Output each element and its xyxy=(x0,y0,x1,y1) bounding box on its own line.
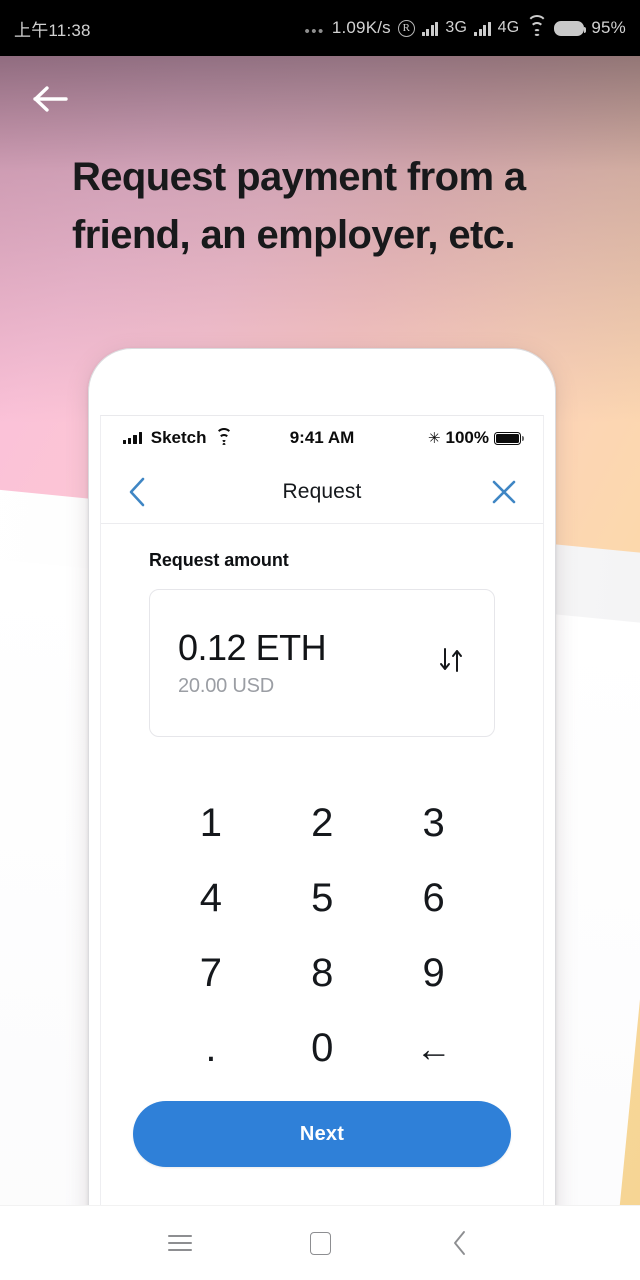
overflow-dots-icon: ••• xyxy=(304,22,325,40)
request-amount-label: Request amount xyxy=(149,550,289,570)
hero-section: Request payment from a friend, an employ… xyxy=(0,56,640,1205)
key-0[interactable]: 0 xyxy=(266,1014,377,1083)
key-1[interactable]: 1 xyxy=(155,789,266,858)
ios-battery-percent-label: 100% xyxy=(445,428,489,447)
nav-title: Request xyxy=(282,479,362,503)
sim2-signal-bars-icon xyxy=(474,21,491,36)
amount-input-card[interactable]: 0.12 ETH 20.00 USD xyxy=(149,589,495,737)
key-3[interactable]: 3 xyxy=(378,789,489,858)
amount-secondary-value: 20.00 USD xyxy=(178,675,275,698)
home-button[interactable] xyxy=(290,1213,350,1273)
amount-values: 0.12 ETH 20.00 USD xyxy=(178,626,436,698)
key-7[interactable]: 7 xyxy=(155,939,266,1008)
ios-status-left: Sketch xyxy=(123,427,233,448)
key-decimal[interactable]: . xyxy=(155,1014,266,1083)
android-system-status-bar: 上午11:38 ••• 1.09K/s R 3G 4G 95% xyxy=(0,0,640,56)
back-chevron-icon xyxy=(454,1231,465,1255)
wifi-icon xyxy=(526,14,548,36)
ios-status-right: ✳ 100% xyxy=(427,428,524,448)
numeric-keypad: 1 2 3 4 5 6 7 8 9 . 0 ← xyxy=(101,789,543,1083)
next-button[interactable]: Next xyxy=(133,1101,511,1167)
key-6[interactable]: 6 xyxy=(378,864,489,933)
phone-screen: Sketch 9:41 AM ✳ 100% Request Request am… xyxy=(100,415,544,1205)
recents-button[interactable] xyxy=(150,1213,210,1273)
nav-back-button[interactable] xyxy=(127,476,147,508)
page-headline: Request payment from a friend, an employ… xyxy=(72,155,526,258)
back-button[interactable] xyxy=(430,1213,490,1273)
sim2-network-label: 4G xyxy=(497,19,520,36)
ios-battery-icon xyxy=(494,431,524,445)
key-4[interactable]: 4 xyxy=(155,864,266,933)
home-square-icon xyxy=(309,1231,331,1255)
key-5[interactable]: 5 xyxy=(266,864,377,933)
system-status-icons: ••• 1.09K/s R 3G 4G 95% xyxy=(304,14,626,40)
key-2[interactable]: 2 xyxy=(266,789,377,858)
android-navigation-bar xyxy=(0,1205,640,1280)
battery-icon xyxy=(554,20,587,36)
bluetooth-icon: ✳ xyxy=(427,430,441,447)
nav-close-button[interactable] xyxy=(491,479,517,505)
battery-percent-label: 95% xyxy=(591,18,626,37)
app-navigation-bar: Request xyxy=(101,460,543,524)
amount-section: Request amount 0.12 ETH 20.00 USD xyxy=(101,524,543,737)
key-8[interactable]: 8 xyxy=(266,939,377,1008)
system-clock: 上午11:38 xyxy=(14,20,91,40)
sim1-network-label: 3G xyxy=(445,19,468,36)
menu-icon xyxy=(168,1235,192,1251)
key-backspace[interactable]: ← xyxy=(378,1014,489,1083)
next-button-container: Next xyxy=(101,1083,543,1167)
ios-status-bar: Sketch 9:41 AM ✳ 100% xyxy=(101,416,543,460)
currency-swap-icon[interactable] xyxy=(436,645,466,681)
carrier-label: Sketch xyxy=(150,428,207,447)
key-9[interactable]: 9 xyxy=(378,939,489,1008)
roaming-icon: R xyxy=(397,19,415,37)
network-speed-label: 1.09K/s xyxy=(331,18,391,37)
back-arrow-button[interactable] xyxy=(28,76,74,122)
cell-signal-bars-icon xyxy=(123,432,142,444)
phone-mockup: Sketch 9:41 AM ✳ 100% Request Request am… xyxy=(88,348,556,1205)
amount-primary-value: 0.12 ETH xyxy=(178,626,327,668)
wifi-icon xyxy=(215,427,233,445)
sim1-signal-bars-icon xyxy=(421,21,439,36)
